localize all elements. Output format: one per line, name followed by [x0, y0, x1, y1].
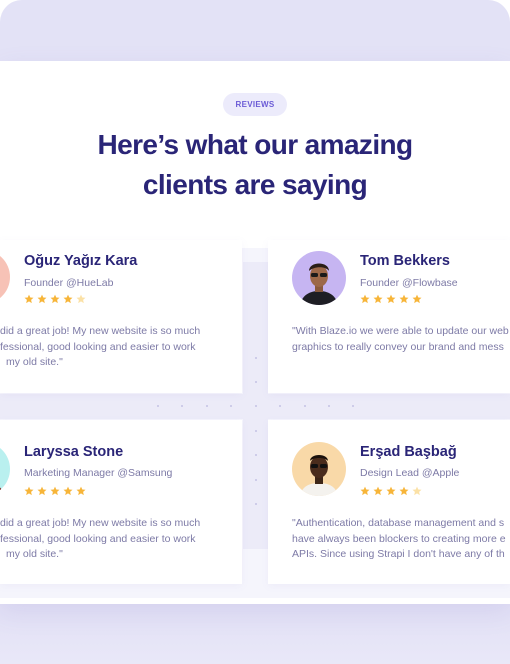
- quote-line: APIs. Since using Strapi I don't have an…: [292, 548, 505, 560]
- review-quote: did a great job! My new website is so mu…: [0, 324, 200, 371]
- grid-dot: [255, 479, 257, 481]
- reviewer-role: Design Lead @Apple: [360, 467, 460, 479]
- quote-line: my old site.": [6, 356, 63, 368]
- star-rating: [360, 294, 422, 304]
- review-card: Tom Bekkers Founder @Flowbase "With Blaz…: [268, 240, 510, 393]
- section-title-line-2: clients are saying: [142, 169, 368, 200]
- star-rating: [360, 486, 422, 496]
- star-icon: [76, 486, 86, 496]
- section-title-line-1: Here’s what our amazing: [97, 129, 413, 160]
- grid-dot: [230, 405, 232, 407]
- star-icon: [76, 294, 86, 304]
- star-rating: [24, 294, 86, 304]
- grid-dot: [206, 405, 208, 407]
- star-icon: [360, 294, 370, 304]
- grid-dot: [255, 454, 257, 456]
- reviewer-name: Oğuz Yağız Kara: [24, 253, 138, 269]
- reviewer-role: Marketing Manager @Samsung: [24, 467, 173, 479]
- grid-dot: [181, 405, 183, 407]
- star-icon: [373, 294, 383, 304]
- star-icon: [50, 294, 60, 304]
- quote-line: fessional, good looking and easier to wo…: [0, 532, 196, 545]
- grid-dot: [157, 405, 159, 407]
- quote-line: graphics to really convey our brand and …: [292, 340, 504, 353]
- avatar: [292, 251, 346, 305]
- reviewer-name: Erşad Başbağ: [360, 444, 457, 460]
- reviewer-name: Tom Bekkers: [360, 253, 450, 269]
- review-quote: did a great job! My new website is so mu…: [0, 516, 200, 563]
- reviewer-role: Founder @Flowbase: [360, 277, 458, 289]
- grid-dot: [279, 405, 281, 407]
- quote-line: "Authentication, database management and…: [292, 517, 505, 529]
- grid-dot: [255, 503, 257, 505]
- quote-line: "With Blaze.io we were able to update ou…: [292, 325, 509, 337]
- star-icon: [360, 486, 370, 496]
- avatar: [0, 250, 10, 304]
- star-icon: [24, 294, 34, 304]
- star-icon: [412, 294, 422, 304]
- star-icon: [37, 486, 47, 496]
- review-quote: "Authentication, database management and…: [292, 516, 506, 563]
- star-icon: [37, 294, 47, 304]
- grid-dot: [352, 405, 354, 407]
- quote-line: my old site.": [6, 548, 63, 560]
- star-icon: [24, 486, 34, 496]
- review-card: Laryssa Stone Marketing Manager @Samsung…: [0, 420, 242, 584]
- grid-dot: [255, 357, 257, 359]
- quote-line: have always been blockers to creating mo…: [292, 532, 506, 545]
- reviewer-name: Laryssa Stone: [24, 444, 124, 460]
- review-card: Oğuz Yağız Kara Founder @HueLab did a gr…: [0, 240, 242, 393]
- quote-line: fessional, good looking and easier to wo…: [0, 340, 196, 353]
- grid-dot: [255, 381, 257, 383]
- star-icon: [373, 486, 383, 496]
- grid-dot: [304, 405, 306, 407]
- review-quote: "With Blaze.io we were able to update ou…: [292, 324, 509, 355]
- star-icon: [412, 486, 422, 496]
- star-icon: [50, 486, 60, 496]
- star-icon: [399, 486, 409, 496]
- avatar: [292, 442, 346, 496]
- star-icon: [386, 486, 396, 496]
- star-icon: [386, 294, 396, 304]
- star-icon: [63, 294, 73, 304]
- review-card: Erşad Başbağ Design Lead @Apple "Authent…: [268, 420, 510, 584]
- reviews-badge: REVIEWS: [223, 93, 287, 116]
- star-rating: [24, 486, 86, 496]
- grid-dot: [255, 405, 257, 407]
- reviewer-role: Founder @HueLab: [24, 277, 114, 289]
- quote-line: did a great job! My new website is so mu…: [0, 325, 201, 337]
- grid-dot: [255, 430, 257, 432]
- star-icon: [399, 294, 409, 304]
- avatar: [0, 442, 10, 496]
- grid-dot: [328, 405, 330, 407]
- quote-line: did a great job! My new website is so mu…: [0, 517, 201, 529]
- star-icon: [63, 486, 73, 496]
